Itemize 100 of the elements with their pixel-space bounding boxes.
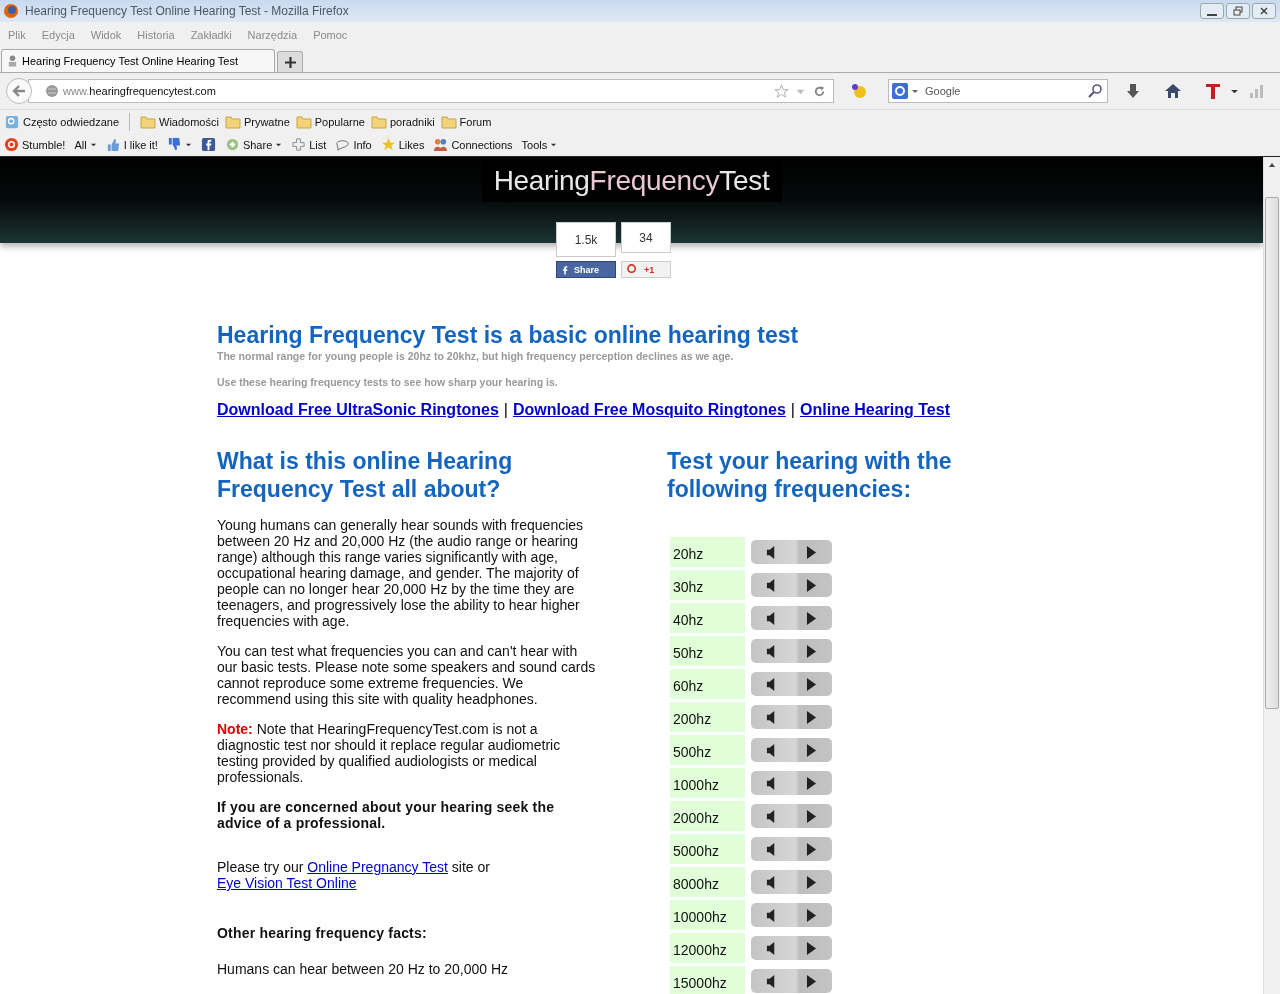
search-engine-icon[interactable] (892, 83, 908, 99)
play-icon[interactable] (806, 677, 818, 691)
facebook-share-button[interactable]: Share (556, 261, 616, 278)
speaker-icon[interactable] (765, 842, 777, 856)
dropdown-caret-icon[interactable] (184, 141, 192, 148)
thumbs-down-icon[interactable] (166, 137, 182, 152)
speaker-icon[interactable] (765, 941, 777, 955)
text-link[interactable]: Online Pregnancy Test (307, 859, 448, 875)
speaker-icon[interactable] (765, 611, 777, 625)
speaker-icon[interactable] (765, 644, 777, 658)
speaker-icon[interactable] (765, 809, 777, 823)
audio-player[interactable] (751, 672, 832, 696)
scroll-up-icon[interactable] (1268, 161, 1276, 169)
audio-player[interactable] (751, 639, 832, 663)
nav-link[interactable]: Download Free Mosquito Ringtones (512, 401, 786, 419)
new-tab-button[interactable] (277, 51, 303, 72)
addon-icon[interactable] (850, 82, 868, 100)
search-field[interactable]: Google (888, 79, 1108, 103)
frequency-label: 20hz (670, 537, 745, 567)
audio-player[interactable] (751, 969, 832, 993)
download-icon[interactable] (1124, 82, 1142, 100)
back-button[interactable] (6, 78, 32, 104)
audio-player[interactable] (751, 903, 832, 927)
speaker-icon[interactable] (765, 578, 777, 592)
bookmark-item[interactable]: poradniki (370, 114, 435, 129)
frequency-label: 12000hz (670, 933, 745, 963)
speaker-icon[interactable] (765, 545, 777, 559)
bookmark-item[interactable]: Wiadomości (140, 114, 219, 129)
folder-icon (224, 114, 241, 129)
audio-player[interactable] (751, 606, 832, 630)
toolbar-button[interactable]: Stumble! (4, 137, 66, 152)
text-link[interactable]: Eye Vision Test Online (217, 875, 357, 891)
audio-player[interactable] (751, 738, 832, 762)
bookmark-item[interactable]: Popularne (295, 114, 365, 129)
play-icon[interactable] (806, 710, 818, 724)
minimize-button[interactable] (1200, 3, 1224, 19)
cross-outline-icon (291, 137, 307, 152)
audio-player[interactable] (751, 870, 832, 894)
restore-button[interactable] (1226, 3, 1250, 19)
f-logo-icon[interactable] (200, 137, 216, 152)
toolbar-button[interactable]: Tools (521, 138, 558, 151)
close-button[interactable] (1252, 3, 1276, 19)
frequency-label: 40hz (670, 603, 745, 633)
search-icon[interactable] (1087, 83, 1103, 99)
toolbar-button[interactable]: I like it! (105, 137, 158, 152)
nav-link[interactable]: Online Hearing Test (800, 401, 950, 419)
speaker-icon[interactable] (765, 875, 777, 889)
audio-player[interactable] (751, 705, 832, 729)
audio-player[interactable] (751, 936, 832, 960)
toolbar-button[interactable]: Likes (380, 137, 425, 152)
frequency-label: 2000hz (670, 801, 745, 831)
play-icon[interactable] (806, 941, 818, 955)
thumbs-up-icon (105, 137, 121, 152)
play-icon[interactable] (806, 875, 818, 889)
bookmark-item[interactable]: Prywatne (224, 114, 290, 129)
home-icon[interactable] (1164, 82, 1182, 100)
audio-player[interactable] (751, 771, 832, 795)
play-icon[interactable] (806, 611, 818, 625)
play-icon[interactable] (806, 644, 818, 658)
toolbar-button[interactable]: All (74, 138, 97, 151)
text-tool-icon[interactable] (1204, 82, 1222, 100)
play-icon[interactable] (806, 578, 818, 592)
dropdown-caret-icon[interactable] (275, 141, 283, 148)
folder-icon (440, 114, 457, 129)
play-icon[interactable] (806, 545, 818, 559)
speaker-icon[interactable] (765, 908, 777, 922)
play-icon[interactable] (806, 743, 818, 757)
toolbar-button[interactable]: Info (335, 137, 372, 152)
audio-player[interactable] (751, 804, 832, 828)
dropdown-caret-icon[interactable] (550, 141, 558, 148)
dropdown-caret-icon[interactable] (911, 87, 919, 95)
toolbar-button[interactable]: Share (224, 137, 283, 152)
browser-tab[interactable]: Hearing Frequency Test Online Hearing Test (1, 49, 275, 72)
scrollbar[interactable] (1263, 157, 1280, 994)
paragraph: Humans can hear between 20 Hz to 20,000 Hz (217, 961, 510, 977)
speaker-icon[interactable] (765, 677, 777, 691)
speaker-icon[interactable] (765, 710, 777, 724)
speaker-icon[interactable] (765, 776, 777, 790)
speaker-icon[interactable] (765, 974, 777, 988)
dropdown-caret-icon[interactable] (89, 141, 97, 148)
nav-link[interactable]: Download Free UltraSonic Ringtones (217, 401, 499, 419)
toolbar-button[interactable]: Connections (433, 137, 513, 152)
bookmark-item[interactable]: Często odwiedzane (4, 114, 119, 129)
play-icon[interactable] (806, 809, 818, 823)
audio-player[interactable] (751, 837, 832, 861)
address-bar[interactable]: www.hearingfrequencytest.com (28, 79, 834, 103)
folder-icon (140, 114, 156, 129)
reload-icon[interactable] (812, 83, 827, 99)
speaker-icon[interactable] (765, 743, 777, 757)
play-icon[interactable] (806, 776, 818, 790)
bookmark-star-icon[interactable] (774, 83, 789, 99)
window-title: Hearing Frequency Test Online Hearing Test - Mozilla Firefox (25, 4, 349, 18)
plus-one-button[interactable]: +1 (621, 261, 671, 278)
toolbar-button[interactable]: List (291, 137, 327, 152)
bookmark-item[interactable]: Forum (440, 114, 492, 129)
play-icon[interactable] (806, 908, 818, 922)
audio-player[interactable] (751, 540, 832, 564)
play-icon[interactable] (806, 974, 818, 988)
play-icon[interactable] (806, 842, 818, 856)
audio-player[interactable] (751, 573, 832, 597)
